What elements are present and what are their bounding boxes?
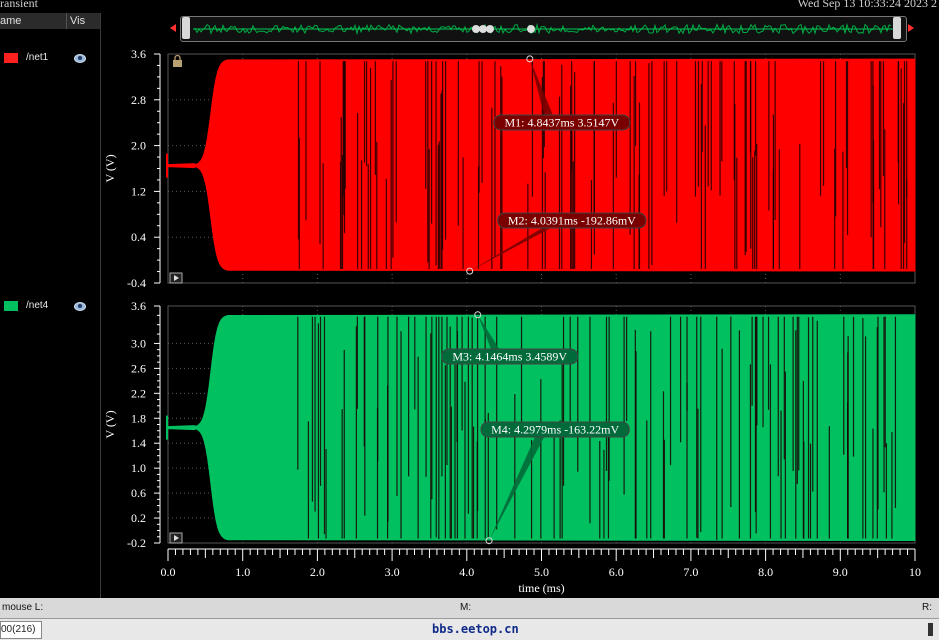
x-tick-label: 2.0 (310, 565, 325, 579)
window-title: ransient (0, 0, 38, 10)
marker-label: M4: 4.2979ms -163.22mV (491, 423, 619, 437)
y-tick-label: 3.6 (131, 299, 146, 313)
arrow-left-icon[interactable] (168, 23, 178, 33)
plot-panel-net1[interactable]: 3.6 2.8 2.0 1.2 0.4 -0.4 V (V) M1: 4.8437ms 3.5… (103, 47, 916, 290)
x-tick-label: 6.0 (609, 565, 624, 579)
eye-icon[interactable] (74, 302, 86, 311)
mouse-left-label: mouse L: (2, 602, 44, 613)
legend-col-name[interactable]: ame (0, 13, 67, 29)
mouse-right-label: R: (922, 602, 932, 613)
x-tick-label: 10 (909, 565, 921, 579)
y-tick-label: -0.2 (127, 536, 146, 550)
status-row-2: 00(216) bbs.eetop.cn (0, 619, 939, 640)
legend-header: ame Vis (0, 13, 100, 29)
resize-handle[interactable] (928, 623, 933, 636)
legend-panel: ame Vis /net1 /net4 (0, 13, 101, 598)
x-tick-label: 7.0 (683, 565, 698, 579)
legend-swatch (4, 53, 18, 63)
x-tick-label: 5.0 (534, 565, 549, 579)
y-axis-label: V (V) (103, 410, 117, 438)
status-row: mouse L: M: R: (0, 598, 939, 619)
y-tick-label: 1.0 (131, 461, 146, 475)
y-tick-label: 1.8 (131, 411, 146, 425)
scrollbar-overview (193, 22, 894, 36)
y-tick-label: 2.8 (131, 93, 146, 107)
scroll-handle-right[interactable] (893, 17, 901, 39)
plot-panel-net4[interactable]: 3.6 3.0 2.6 2.2 1.8 1.4 1.0 0.6 0.2 -0.2 V (V) M3: … (103, 299, 916, 550)
y-tick-label: 0.4 (131, 230, 146, 244)
marker-label: M1: 4.8437ms 3.5147V (504, 116, 619, 130)
lock-icon[interactable] (173, 60, 182, 67)
x-tick-label: 0.0 (161, 565, 176, 579)
marker-label: M2: 4.0391ms -192.86mV (508, 214, 636, 228)
y-axis-label: V (V) (103, 154, 117, 182)
y-tick-label: -0.4 (127, 276, 146, 290)
legend-item-label: /net4 (26, 300, 49, 311)
marker-label: M3: 4.1464ms 3.4589V (452, 350, 567, 364)
y-tick-label: 0.2 (131, 511, 146, 525)
y-tick-label: 3.0 (131, 336, 146, 350)
y-tick-label: 2.2 (131, 386, 146, 400)
legend-item-net4[interactable]: /net4 (4, 299, 96, 313)
legend-item-label: /net1 (26, 52, 49, 63)
marker-chip (479, 25, 487, 33)
x-tick-label: 4.0 (459, 565, 474, 579)
x-axis-label: time (ms) (518, 581, 564, 595)
y-tick-label: 0.6 (131, 486, 146, 500)
marker-chip (486, 25, 494, 33)
waveform-chart: 3.6 2.8 2.0 1.2 0.4 -0.4 V (V) M1: 4.8437ms 3.5… (103, 47, 921, 595)
time-scrollbar[interactable] (180, 16, 907, 42)
y-tick-label: 2.0 (131, 139, 146, 153)
y-tick-label: 2.6 (131, 361, 146, 375)
status-bar: mouse L: M: R: 00(216) bbs.eetop.cn (0, 598, 939, 640)
x-tick-label: 3.0 (385, 565, 400, 579)
legend-swatch (4, 301, 18, 311)
watermark: bbs.eetop.cn (432, 622, 519, 636)
legend-item-net1[interactable]: /net1 (4, 51, 96, 65)
arrow-right-icon[interactable] (906, 23, 916, 33)
mouse-middle-label: M: (460, 602, 472, 613)
marker-chip (527, 25, 535, 33)
y-tick-label: 1.2 (131, 184, 146, 198)
legend-col-vis[interactable]: Vis (70, 13, 85, 29)
x-axis: 0.0 1.0 2.0 3.0 4.0 5.0 6.0 7.0 8.0 9.0 10 time (ms… (161, 548, 921, 595)
x-tick-label: 1.0 (235, 565, 250, 579)
marker-chip (472, 25, 480, 33)
title-bar: ransient Wed Sep 13 10:33:24 2023 2 (0, 0, 939, 13)
y-tick-label: 3.6 (131, 47, 146, 61)
datetime-label: Wed Sep 13 10:33:24 2023 2 (797, 0, 937, 10)
scroll-handle-left[interactable] (182, 17, 190, 39)
eye-icon[interactable] (74, 54, 86, 63)
x-tick-label: 9.0 (833, 565, 848, 579)
x-tick-label: 8.0 (758, 565, 773, 579)
y-tick-label: 1.4 (131, 436, 146, 450)
command-field[interactable]: 00(216) (0, 621, 42, 639)
